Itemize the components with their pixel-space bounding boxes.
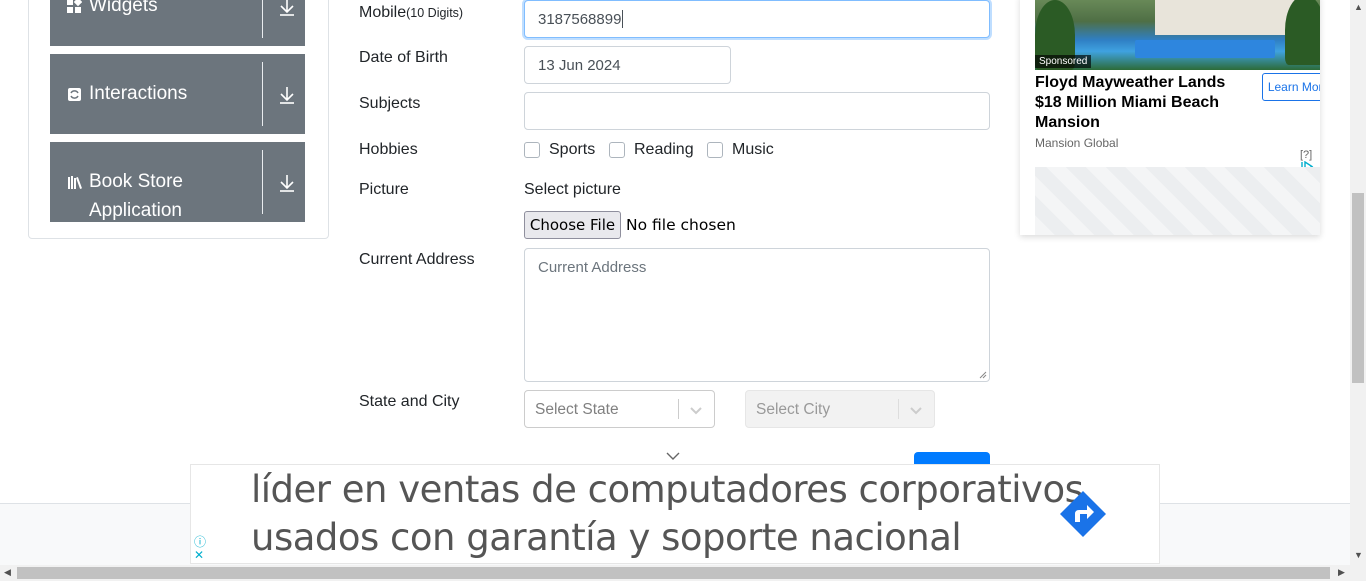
ad-title[interactable]: Floyd Mayweather Lands $18 Million Miami… (1035, 73, 1245, 133)
sponsored-ad-card[interactable]: Sponsored Floyd Mayweather Lands $18 Mil… (1020, 0, 1320, 235)
checkbox-box[interactable] (707, 142, 723, 158)
mobile-label: Mobile(10 Digits) (359, 4, 464, 21)
mobile-input[interactable]: 3187568899 (524, 0, 990, 38)
resize-handle-icon[interactable] (979, 371, 987, 379)
scroll-right-icon[interactable]: ▶ (1338, 567, 1345, 578)
ad-pattern (1035, 167, 1320, 235)
mobile-hint: (10 Digits) (406, 6, 464, 20)
chevron-down-icon[interactable] (909, 403, 923, 417)
divider (262, 150, 263, 214)
scroll-left-icon[interactable]: ◀ (4, 567, 11, 578)
sidebar-group-label-line2: Application (89, 200, 182, 221)
state-select[interactable]: Select State (524, 390, 715, 428)
divider (262, 0, 263, 38)
dob-input[interactable]: 13 Jun 2024 (524, 46, 731, 84)
select-separator (678, 399, 679, 419)
sidebar-group-label: Interactions (89, 83, 188, 104)
subjects-label: Subjects (359, 95, 421, 112)
ad-text-line1: líder en ventas de computadores corporat… (251, 468, 1084, 511)
sponsored-badge: Sponsored (1035, 55, 1092, 68)
select-picture-text: Select picture (524, 181, 621, 198)
divider (262, 62, 263, 126)
sidebar-group-widgets[interactable]: Widgets (50, 0, 305, 46)
directions-arrow-icon[interactable] (1059, 490, 1107, 538)
chevron-down-icon[interactable] (666, 451, 680, 461)
sidebar-group-label: Widgets (89, 0, 158, 16)
chevron-down-icon[interactable] (689, 403, 703, 417)
ad-close-icon[interactable]: ✕ (194, 548, 204, 562)
ad-text-line2: usados con garantía y soporte nacional (251, 516, 962, 559)
current-address-label: Current Address (359, 251, 475, 268)
scroll-down-icon[interactable]: ▼ (1354, 550, 1363, 560)
bottom-banner-ad[interactable]: líder en ventas de computadores corporat… (190, 464, 1160, 564)
current-address-textarea[interactable]: Current Address (524, 248, 990, 382)
ad-source: Mansion Global (1035, 136, 1119, 150)
state-city-label: State and City (359, 393, 460, 410)
choose-file-button[interactable]: Choose File (524, 211, 621, 239)
sidebar-group-interactions[interactable]: Interactions (50, 54, 305, 134)
interactions-icon (67, 87, 82, 102)
select-separator (898, 399, 899, 419)
city-select[interactable]: Select City (745, 390, 935, 428)
widgets-icon (67, 0, 82, 14)
dob-label: Date of Birth (359, 49, 448, 66)
vertical-scrollbar-thumb[interactable] (1352, 193, 1364, 383)
hobby-reading-checkbox[interactable]: Reading (609, 141, 694, 159)
download-icon[interactable] (278, 0, 296, 17)
sidebar-group-book-store[interactable]: Book Store Application (50, 142, 305, 222)
picture-label: Picture (359, 181, 409, 198)
download-icon[interactable] (278, 85, 296, 105)
download-icon[interactable] (278, 173, 296, 193)
checkbox-box[interactable] (609, 142, 625, 158)
sidebar-group-label-line1: Book Store (89, 171, 183, 192)
file-status: No file chosen (626, 216, 736, 234)
scroll-up-icon[interactable]: ▲ (1354, 2, 1363, 12)
hobby-music-checkbox[interactable]: Music (707, 141, 774, 159)
horizontal-scrollbar-thumb[interactable] (17, 567, 1330, 579)
books-icon (67, 175, 85, 190)
checkbox-box[interactable] (524, 142, 540, 158)
learn-more-button[interactable]: Learn More (1262, 73, 1320, 101)
hobbies-label: Hobbies (359, 141, 418, 158)
subjects-input[interactable] (524, 92, 990, 130)
hobby-sports-checkbox[interactable]: Sports (524, 141, 595, 159)
